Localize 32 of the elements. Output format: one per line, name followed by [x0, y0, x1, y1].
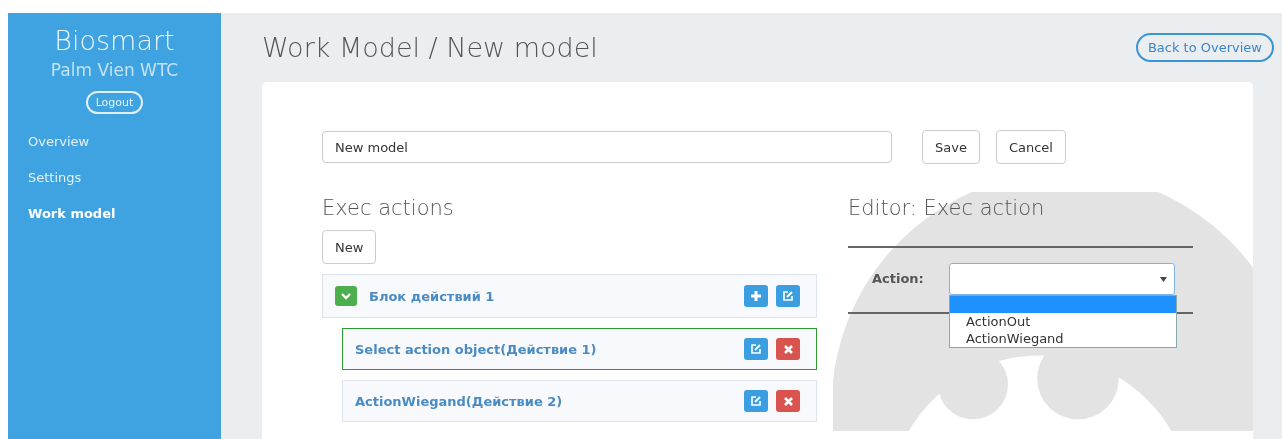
- tree-node[interactable]: ActionWiegand(Действие 2): [342, 380, 817, 422]
- nav-item[interactable]: Settings: [28, 170, 221, 185]
- delete-icon[interactable]: [776, 390, 800, 412]
- node-label: Блок действий 1: [369, 288, 495, 304]
- delete-icon[interactable]: [776, 338, 800, 360]
- edit-icon[interactable]: [744, 390, 768, 412]
- site-name: Palm Vien WTC: [50, 60, 179, 80]
- nav-item[interactable]: Overview: [28, 134, 221, 149]
- chevron-icon[interactable]: [335, 286, 357, 306]
- cancel-button[interactable]: Cancel: [995, 130, 1066, 164]
- brand-title: Biosmart: [54, 25, 175, 56]
- field-label: Action:: [872, 270, 925, 286]
- tree-node[interactable]: Select action object(Действие 1): [342, 328, 817, 370]
- node-label: ActionWiegand(Действие 2): [355, 393, 563, 409]
- new-button[interactable]: New: [322, 230, 377, 264]
- dropdown-option[interactable]: ActionWiegand: [950, 330, 1176, 347]
- tree-node[interactable]: Блок действий 1: [322, 274, 817, 318]
- save-button[interactable]: Save: [922, 130, 980, 164]
- action-dropdown[interactable]: [949, 263, 1175, 295]
- logout-button[interactable]: Logout: [85, 91, 144, 114]
- node-label: Select action object(Действие 1): [355, 341, 597, 357]
- nav-item[interactable]: Work model: [28, 206, 221, 221]
- back-button[interactable]: Back to Overview: [1135, 33, 1274, 62]
- section-title: Exec actions: [322, 196, 455, 220]
- page-title: Work Model / New model: [262, 32, 598, 63]
- plus-icon[interactable]: [744, 285, 768, 307]
- caret-icon: [1160, 276, 1167, 282]
- edit-icon[interactable]: [776, 285, 800, 307]
- section-title: Editor: Exec action: [848, 196, 1046, 220]
- edit-icon[interactable]: [744, 338, 768, 360]
- dropdown-option[interactable]: ActionOut: [950, 313, 1176, 330]
- model-name-field[interactable]: New model: [322, 131, 892, 163]
